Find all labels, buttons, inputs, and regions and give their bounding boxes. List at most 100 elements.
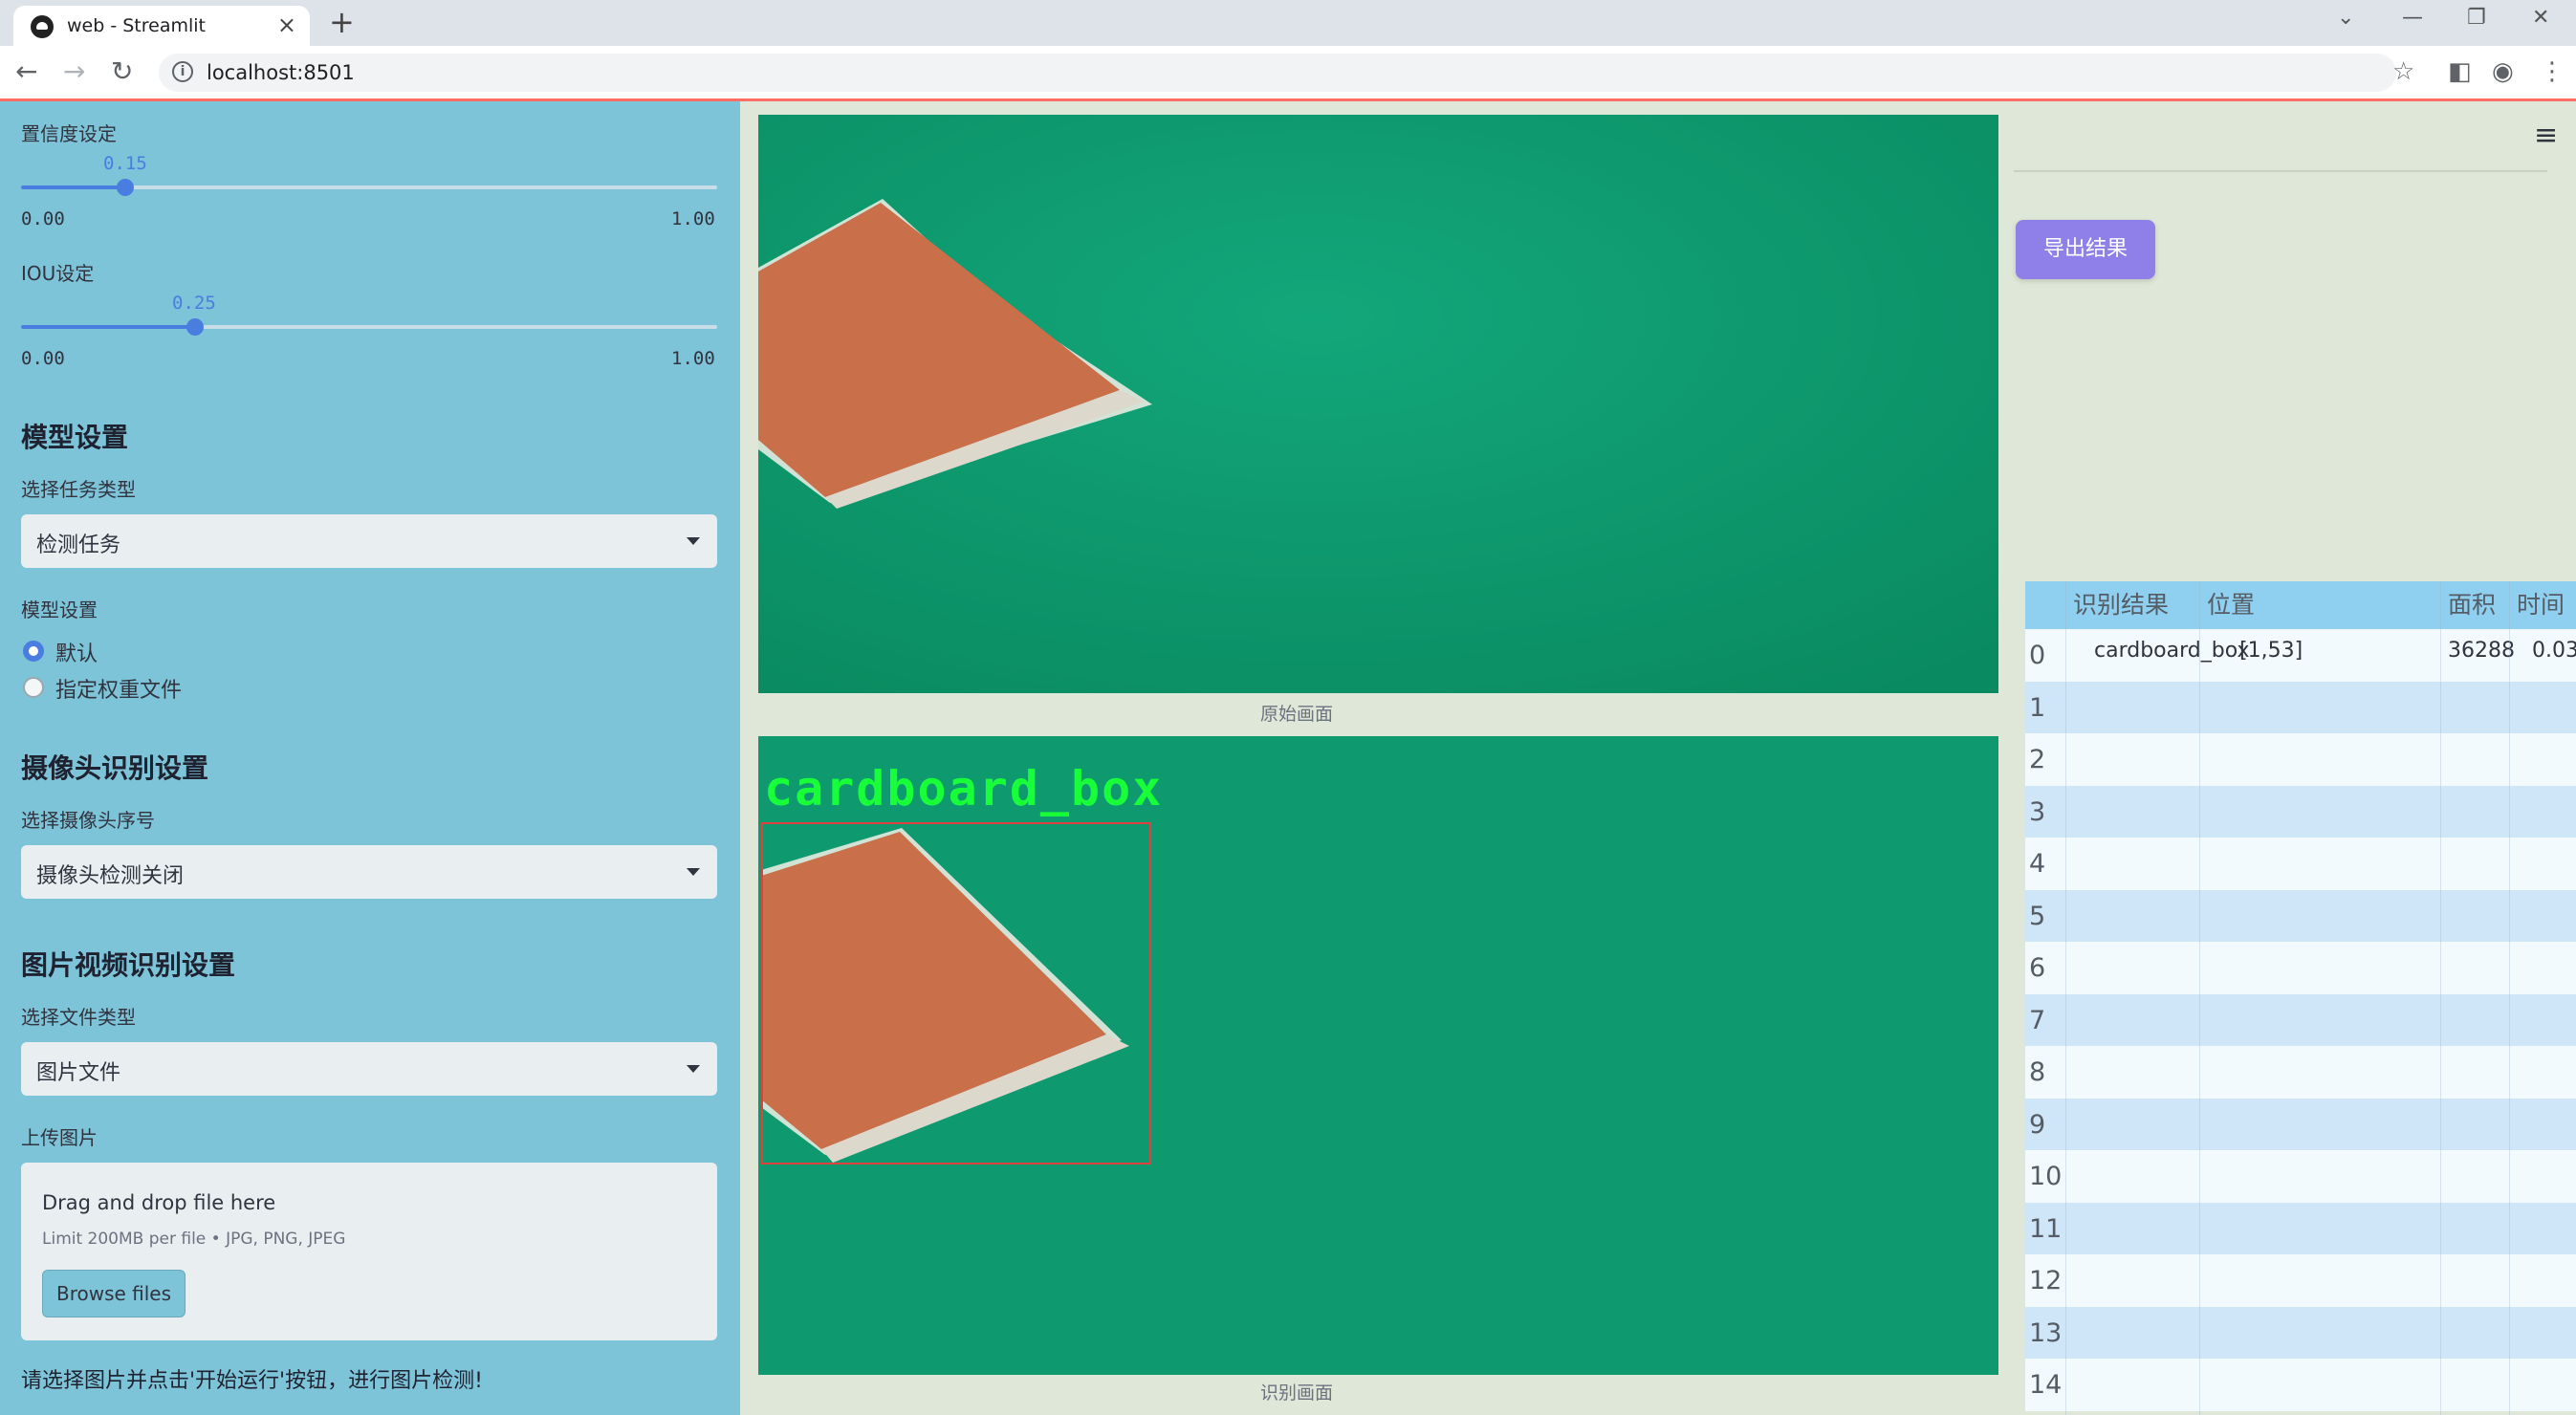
row-index: 7 — [2029, 1005, 2046, 1035]
hamburger-menu-icon[interactable]: ≡ — [2534, 119, 2558, 152]
camera-index-label: 选择摄像头序号 — [21, 809, 155, 832]
column-divider — [2199, 581, 2200, 1415]
instruction-text: 请选择图片并点击'开始运行'按钮，进行图片检测! — [21, 1369, 483, 1393]
model-settings-label: 模型设置 — [21, 599, 98, 621]
iou-slider-fill — [21, 325, 195, 329]
table-row[interactable]: 11 — [2025, 1202, 2576, 1254]
camera-select-value: 摄像头检测关闭 — [36, 864, 185, 888]
table-row[interactable]: 13 — [2025, 1306, 2576, 1359]
table-row[interactable]: 4 — [2025, 838, 2576, 890]
back-icon[interactable]: ← — [15, 55, 37, 87]
export-results-button[interactable]: 导出结果 — [2016, 220, 2155, 279]
iou-label: IOU设定 — [21, 262, 95, 285]
confidence-slider-thumb[interactable] — [117, 179, 134, 196]
table-row[interactable]: 12 — [2025, 1254, 2576, 1307]
task-type-select[interactable]: 检测任务 — [21, 514, 717, 568]
chevron-down-icon — [687, 1065, 700, 1073]
table-header-result[interactable]: 识别结果 — [2065, 581, 2199, 629]
close-tab-icon[interactable]: × — [277, 11, 296, 38]
tab-search-icon[interactable]: ⌄ — [2337, 6, 2354, 30]
close-window-icon[interactable]: ✕ — [2532, 6, 2549, 30]
file-dropzone[interactable]: Drag and drop file here Limit 200MB per … — [21, 1163, 717, 1340]
chevron-down-icon — [687, 868, 700, 876]
chevron-down-icon — [687, 537, 700, 545]
table-row[interactable]: 5 — [2025, 889, 2576, 942]
tab-title: web - Streamlit — [67, 15, 206, 36]
iou-max: 1.00 — [671, 348, 715, 369]
row-index: 12 — [2029, 1266, 2063, 1295]
row-index: 11 — [2029, 1213, 2063, 1244]
model-heading: 模型设置 — [21, 422, 129, 453]
column-divider — [2509, 581, 2510, 1415]
url-text: localhost:8501 — [207, 61, 355, 84]
detection-label: cardboard_box — [764, 761, 1164, 816]
cell-result: cardboard_box — [2094, 639, 2250, 663]
file-type-value: 图片文件 — [36, 1061, 121, 1085]
dropzone-limit: Limit 200MB per file • JPG, PNG, JPEG — [42, 1230, 346, 1249]
table-header-index — [2025, 581, 2065, 629]
row-index: 4 — [2029, 849, 2046, 879]
column-divider — [2440, 581, 2441, 1415]
table-header-position[interactable]: 位置 — [2199, 581, 2440, 629]
browse-files-button[interactable]: Browse files — [42, 1270, 186, 1317]
table-row[interactable]: 9 — [2025, 1098, 2576, 1150]
table-header-time[interactable]: 时间 — [2509, 581, 2576, 629]
confidence-min: 0.00 — [21, 208, 65, 229]
row-index: 2 — [2029, 745, 2046, 774]
camera-heading: 摄像头识别设置 — [21, 752, 209, 784]
dropzone-title: Drag and drop file here — [42, 1191, 276, 1214]
table-header-area[interactable]: 面积 — [2440, 581, 2509, 629]
table-row[interactable]: 14 — [2025, 1359, 2576, 1411]
row-index: 6 — [2029, 953, 2046, 983]
iou-slider[interactable] — [21, 318, 717, 336]
profile-avatar-icon[interactable]: ◉ — [2492, 57, 2514, 86]
task-type-value: 检测任务 — [36, 533, 121, 557]
table-row[interactable]: 1 — [2025, 681, 2576, 733]
forward-icon[interactable]: → — [63, 55, 85, 87]
address-bar[interactable]: i localhost:8501 — [159, 54, 2396, 92]
table-row[interactable]: 10 — [2025, 1150, 2576, 1203]
minimize-icon[interactable]: — — [2402, 6, 2423, 30]
side-panel-icon[interactable]: ◧ — [2448, 57, 2472, 86]
confidence-slider-fill — [21, 185, 125, 189]
divider — [2014, 170, 2547, 172]
table-row[interactable]: 6 — [2025, 942, 2576, 994]
radio-checked-icon[interactable] — [23, 641, 44, 662]
confidence-label: 置信度设定 — [21, 122, 117, 145]
row-index: 13 — [2029, 1317, 2063, 1348]
table-row[interactable]: 8 — [2025, 1046, 2576, 1099]
row-index: 5 — [2029, 901, 2046, 931]
restore-icon[interactable]: ❐ — [2467, 6, 2486, 30]
original-image-canvas — [758, 115, 1998, 693]
original-caption: 原始画面 — [1260, 704, 1334, 725]
confidence-slider[interactable] — [21, 179, 717, 196]
confidence-value: 0.15 — [103, 153, 147, 174]
media-heading: 图片视频识别设置 — [21, 949, 236, 981]
iou-slider-thumb[interactable] — [186, 318, 204, 336]
file-type-select[interactable]: 图片文件 — [21, 1042, 717, 1096]
reload-icon[interactable]: ↻ — [111, 55, 133, 87]
results-table[interactable]: 识别结果 位置 面积 时间 0 cardboard_box [1,53] 36288 0… — [2025, 581, 2576, 1415]
row-index: 14 — [2029, 1370, 2063, 1400]
site-info-icon[interactable]: i — [172, 61, 193, 82]
radio-unchecked-icon[interactable] — [23, 677, 44, 698]
table-row[interactable]: 7 — [2025, 993, 2576, 1046]
result-image: cardboard_box — [758, 736, 1998, 1375]
table-row[interactable]: 3 — [2025, 785, 2576, 838]
streamlit-favicon-icon — [31, 15, 54, 38]
bookmark-star-icon[interactable]: ☆ — [2392, 57, 2414, 86]
iou-value: 0.25 — [172, 293, 216, 314]
row-index: 3 — [2029, 796, 2046, 827]
browser-tab[interactable]: web - Streamlit × — [13, 6, 310, 46]
cell-position: [1,53] — [2239, 639, 2303, 663]
browser-toolbar: ← → ↻ i localhost:8501 ☆ ◧ ◉ ⋮ — [0, 46, 2576, 99]
file-type-label: 选择文件类型 — [21, 1006, 136, 1029]
cell-time: 0.03 — [2532, 639, 2576, 663]
detection-bounding-box — [761, 822, 1151, 1165]
browser-menu-icon[interactable]: ⋮ — [2540, 57, 2565, 86]
new-tab-icon[interactable]: + — [329, 4, 355, 40]
table-row[interactable]: 2 — [2025, 733, 2576, 786]
row-index: 10 — [2029, 1162, 2063, 1191]
camera-select[interactable]: 摄像头检测关闭 — [21, 845, 717, 899]
table-row[interactable]: 0 cardboard_box [1,53] 36288 0.03 — [2025, 629, 2576, 682]
